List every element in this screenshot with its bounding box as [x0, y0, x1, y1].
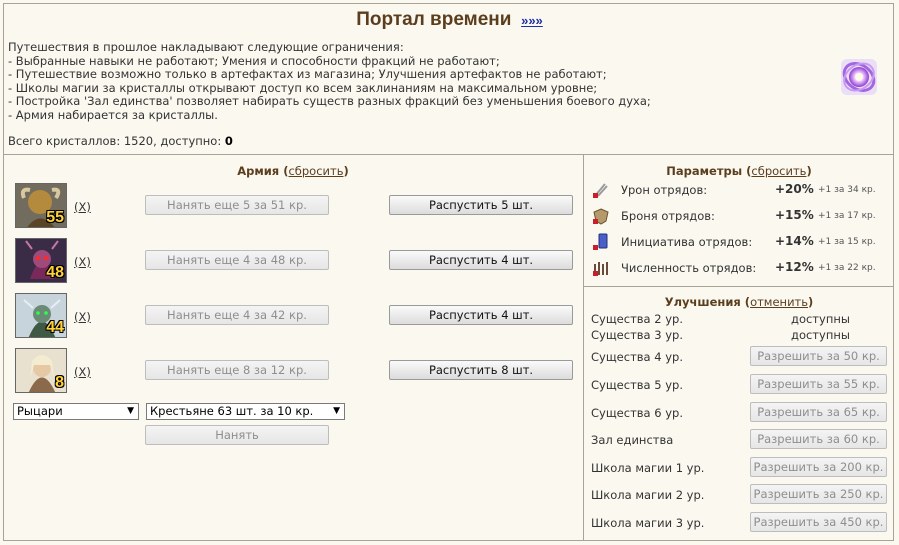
unit-count: 44 — [46, 319, 64, 336]
hire-more-button[interactable]: Нанять еще 5 за 51 кр. — [145, 195, 329, 215]
upgrade-label: Школа магии 2 ур. — [591, 488, 705, 502]
army-title: Армия — [237, 164, 280, 178]
dropdown-arrow-icon: ▼ — [127, 406, 134, 416]
shield-armor-icon — [592, 207, 610, 225]
param-label: Броня отрядов: — [621, 209, 715, 223]
upgrade-label: Существа 3 ур. — [591, 328, 683, 342]
intro-line: - Путешествие возможно только в артефакт… — [8, 67, 607, 81]
upgrade-allow-button[interactable]: Разрешить за 50 кр. — [750, 346, 887, 366]
unit-count: 48 — [46, 264, 64, 281]
upgrades-title: Улучшения — [664, 295, 741, 309]
param-row-armor: Броня отрядов: +15% +1 за 17 кр. — [592, 206, 892, 226]
unit-count: 55 — [46, 209, 64, 226]
param-value: +14% — [775, 234, 814, 248]
intro-line: Путешествия в прошлое накладывают следую… — [8, 40, 404, 54]
dismiss-button[interactable]: Распустить 5 шт. — [389, 195, 573, 215]
upgrade-allow-button[interactable]: Разрешить за 55 кр. — [750, 374, 887, 394]
upgrade-allow-button[interactable]: Разрешить за 200 кр. — [750, 457, 887, 477]
portal-crystal-icon — [838, 56, 880, 98]
param-value: +12% — [775, 260, 814, 274]
param-value: +20% — [775, 182, 814, 196]
crystals-text: Всего кристаллов: 1520, доступно: — [8, 134, 225, 148]
unit-count: 8 — [55, 374, 64, 391]
dismiss-button[interactable]: Распустить 4 шт. — [389, 250, 573, 270]
intro-line: - Постройка 'Зал единства' позволяет наб… — [8, 94, 651, 108]
unit-remove-link[interactable]: (X) — [74, 365, 91, 379]
upgrade-status: доступны — [791, 312, 850, 326]
upgrade-label: Существа 5 ур. — [591, 378, 683, 392]
header-divider — [3, 154, 894, 155]
creature-select[interactable]: Крестьяне 63 шт. за 10 кр. ▼ — [146, 403, 345, 420]
param-label: Урон отрядов: — [621, 183, 708, 197]
dropdown-arrow-icon: ▼ — [333, 406, 340, 416]
hourglass-initiative-icon — [592, 233, 610, 251]
unit-portrait: 44 — [15, 293, 67, 338]
param-cost-link[interactable]: +1 за 15 кр. — [818, 237, 876, 247]
param-label: Инициатива отрядов: — [621, 235, 753, 249]
army-heading: Армия (сбросить) — [237, 164, 349, 178]
param-label: Численность отрядов: — [621, 261, 757, 275]
creature-select-value: Крестьяне 63 шт. за 10 кр. — [150, 404, 314, 418]
intro-line: - Школы магии за кристаллы открывают дос… — [8, 80, 598, 95]
upgrade-label: Школа магии 3 ур. — [591, 516, 705, 530]
dismiss-button[interactable]: Распустить 4 шт. — [389, 305, 573, 325]
unit-remove-link[interactable]: (X) — [74, 255, 91, 269]
title-row: Портал времени »»» — [0, 9, 899, 31]
unit-remove-link[interactable]: (X) — [74, 310, 91, 324]
upgrade-label: Существа 2 ур. — [591, 312, 683, 326]
crystals-summary: Всего кристаллов: 1520, доступно: 0 — [8, 134, 233, 148]
upgrade-status: доступны — [791, 328, 850, 342]
upgrades-cancel-link[interactable]: отменить — [750, 295, 808, 309]
upgrade-label: Школа магии 1 ур. — [591, 461, 705, 475]
upgrade-allow-button[interactable]: Разрешить за 60 кр. — [750, 429, 887, 449]
page-title: Портал времени — [356, 9, 512, 30]
params-divider — [583, 286, 894, 287]
unit-remove-link[interactable]: (X) — [74, 200, 91, 214]
army-reset-link[interactable]: сбросить — [288, 164, 343, 178]
hire-more-button[interactable]: Нанять еще 4 за 48 кр. — [145, 250, 329, 270]
faction-select-value: Рыцари — [17, 404, 63, 418]
troops-count-icon — [592, 259, 610, 277]
unit-portrait: 55 — [15, 183, 67, 228]
param-value: +15% — [775, 208, 814, 222]
hire-button[interactable]: Нанять — [145, 425, 329, 445]
upgrade-label: Существа 4 ур. — [591, 350, 683, 364]
hire-more-button[interactable]: Нанять еще 4 за 42 кр. — [145, 305, 329, 325]
upgrade-label: Существа 6 ур. — [591, 406, 683, 420]
more-link[interactable]: »»» — [521, 13, 543, 28]
unit-portrait: 8 — [15, 348, 67, 393]
intro-line: - Выбранные навыки не работают; Умения и… — [8, 53, 500, 68]
faction-select[interactable]: Рыцари ▼ — [13, 403, 139, 420]
params-heading: Параметры (сбросить) — [666, 164, 812, 178]
hire-more-button[interactable]: Нанять еще 8 за 12 кр. — [145, 360, 329, 380]
upgrade-allow-button[interactable]: Разрешить за 250 кр. — [750, 484, 887, 504]
params-title: Параметры — [666, 164, 743, 178]
upgrade-allow-button[interactable]: Разрешить за 65 кр. — [750, 402, 887, 422]
param-cost-link[interactable]: +1 за 17 кр. — [818, 211, 876, 221]
param-cost-link[interactable]: +1 за 22 кр. — [818, 263, 876, 273]
upgrade-label: Зал единства — [591, 433, 674, 447]
sword-damage-icon — [592, 181, 610, 199]
param-row-count: Численность отрядов: +12% +1 за 22 кр. — [592, 258, 892, 278]
intro-line: - Армия набирается за кристаллы. — [8, 107, 218, 122]
params-reset-link[interactable]: сбросить — [751, 164, 806, 178]
restrictions-text: Путешествия в прошлое накладывают следую… — [8, 40, 828, 122]
param-row-initiative: Инициатива отрядов: +14% +1 за 15 кр. — [592, 232, 892, 252]
column-divider — [583, 154, 584, 541]
dismiss-button[interactable]: Распустить 8 шт. — [389, 360, 573, 380]
crystals-available: 0 — [224, 134, 233, 148]
param-row-damage: Урон отрядов: +20% +1 за 34 кр. — [592, 180, 892, 200]
upgrade-allow-button[interactable]: Разрешить за 450 кр. — [750, 512, 887, 532]
param-cost-link[interactable]: +1 за 34 кр. — [818, 185, 876, 195]
unit-portrait: 48 — [15, 238, 67, 283]
upgrades-heading: Улучшения (отменить) — [664, 295, 814, 309]
